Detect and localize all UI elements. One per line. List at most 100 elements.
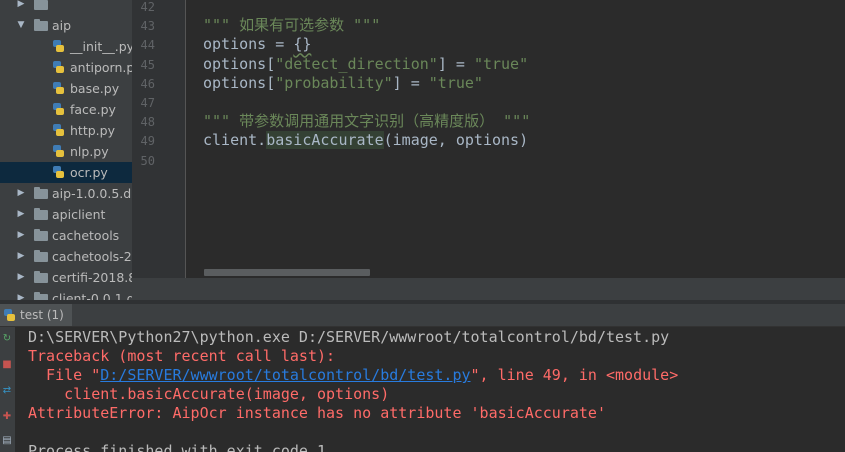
folder-icon bbox=[34, 250, 48, 262]
rerun-icon[interactable]: ↻ bbox=[2, 333, 12, 345]
console-text: Traceback (most recent call last): bbox=[28, 347, 336, 365]
run-tab[interactable]: test (1) bbox=[0, 304, 72, 326]
python-file-icon bbox=[53, 40, 64, 52]
line-number: 48 bbox=[140, 115, 155, 130]
line-number: 43 bbox=[140, 19, 155, 34]
tree-item-label: base.py bbox=[70, 81, 120, 96]
line-number: 50 bbox=[140, 153, 155, 168]
stop-icon[interactable]: ■ bbox=[2, 359, 12, 371]
expand-arrow-icon[interactable]: ▼ bbox=[16, 15, 26, 36]
console-line: Process finished with exit code 1 bbox=[28, 442, 326, 452]
run-toolbar: ↻ ■ ⇄ ✚ ▤ bbox=[0, 327, 15, 452]
collapse-arrow-icon[interactable]: ▶ bbox=[16, 204, 26, 225]
line-number: 44 bbox=[140, 38, 155, 53]
editor-bottom-area bbox=[132, 278, 845, 300]
tree-file-item[interactable]: face.py bbox=[0, 99, 132, 120]
tree-folder-item[interactable]: ▶ cachetools-2.1 bbox=[0, 246, 132, 267]
tree-item-label: antiporn.py bbox=[70, 60, 132, 75]
folder-icon bbox=[34, 19, 48, 31]
tree-item-label: face.py bbox=[70, 102, 116, 117]
tree-folder-item[interactable]: ▼ aip bbox=[0, 15, 132, 36]
line-number: 49 bbox=[140, 134, 155, 149]
tree-file-item[interactable]: base.py bbox=[0, 78, 132, 99]
code-token: {} bbox=[293, 35, 312, 54]
console-text: client.basicAccurate(image, options) bbox=[28, 385, 390, 403]
console-text: AttributeError: AipOcr instance has no a… bbox=[28, 404, 606, 422]
console-line: File "D:/SERVER/wwwroot/totalcontrol/bd/… bbox=[28, 366, 678, 385]
python-file-icon bbox=[53, 124, 64, 136]
code-token: basicAccurate bbox=[266, 131, 384, 150]
code-token: """ 如果有可选参数 """ bbox=[203, 16, 381, 35]
code-line: """ 如果有可选参数 """ bbox=[203, 16, 380, 35]
line-number: 47 bbox=[140, 96, 155, 110]
code-token: client. bbox=[203, 131, 267, 150]
line-number-gutter: 42 43 44 45 46 47 48 49 50 bbox=[135, 0, 185, 278]
tree-folder-item[interactable]: ▶ aip-1.0.0.5.dis bbox=[0, 183, 132, 204]
console-output[interactable]: D:\SERVER\Python27\python.exe D:/SERVER/… bbox=[15, 327, 845, 452]
code-line: options = {} bbox=[203, 35, 311, 54]
line-number: 45 bbox=[140, 57, 155, 72]
folder-icon bbox=[34, 271, 48, 283]
code-token: ] = bbox=[392, 73, 429, 92]
line-number: 42 bbox=[140, 0, 155, 14]
console-line: D:\SERVER\Python27\python.exe D:/SERVER/… bbox=[28, 328, 669, 347]
code-editor[interactable]: """ 如果有可选参数 """ options = {} options["dete… bbox=[186, 0, 845, 278]
tree-item-label: ocr.py bbox=[70, 165, 108, 180]
code-token: options[ bbox=[203, 54, 276, 73]
tree-folder-item[interactable]: ▶ client-0.0.1.dis bbox=[0, 288, 132, 300]
tree-item-label: aip bbox=[52, 18, 72, 33]
folder-icon bbox=[34, 187, 48, 199]
tree-folder-item[interactable]: ▶ apiclient bbox=[0, 204, 132, 225]
code-token: ] = bbox=[437, 54, 474, 73]
restore-layout-icon[interactable]: ⇄ bbox=[2, 385, 12, 397]
tree-file-item[interactable]: __init__.py bbox=[0, 36, 132, 57]
horizontal-scrollbar[interactable] bbox=[204, 269, 370, 276]
code-line: options["probability"] = "true" bbox=[203, 74, 483, 93]
tree-file-item[interactable]: http.py bbox=[0, 120, 132, 141]
folder-icon bbox=[34, 229, 48, 241]
tree-file-item[interactable]: antiporn.py bbox=[0, 57, 132, 78]
tree-item-label: nlp.py bbox=[70, 144, 109, 159]
tree-folder-item[interactable]: ▶ cachetools bbox=[0, 225, 132, 246]
line-number: 46 bbox=[140, 76, 155, 91]
python-file-icon bbox=[53, 145, 64, 157]
console-text: File " bbox=[28, 366, 101, 384]
code-line: client.basicAccurate(image, options) bbox=[203, 131, 528, 150]
console-line: client.basicAccurate(image, options) bbox=[28, 385, 389, 404]
tree-item-label: client-0.0.1.dis bbox=[52, 291, 132, 300]
tree-file-item[interactable]: ocr.py bbox=[0, 162, 132, 183]
collapse-arrow-icon[interactable]: ▶ bbox=[16, 288, 26, 300]
code-token: "probability" bbox=[275, 73, 393, 92]
console-text: Process finished with exit code 1 bbox=[28, 442, 327, 452]
pin-icon[interactable]: ✚ bbox=[2, 411, 12, 423]
collapse-arrow-icon[interactable]: ▶ bbox=[16, 267, 26, 288]
tree-item-label: apiclient bbox=[52, 207, 106, 222]
run-panel-header: test (1) bbox=[0, 304, 845, 327]
folder-icon bbox=[34, 208, 48, 220]
tree-folder-item[interactable]: ▶ certifi-2018.8.2 bbox=[0, 267, 132, 288]
print-icon[interactable]: ▤ bbox=[2, 435, 12, 447]
code-token: (image, options) bbox=[383, 131, 529, 150]
code-line: options["detect_direction"] = "true" bbox=[203, 55, 528, 74]
collapse-arrow-icon[interactable]: ▶ bbox=[16, 0, 26, 15]
python-file-icon bbox=[53, 61, 64, 73]
tree-item-label: cachetools bbox=[52, 228, 120, 243]
code-token: "true" bbox=[473, 54, 529, 73]
code-line: """ 带参数调用通用文字识别（高精度版） """ bbox=[203, 112, 530, 131]
python-file-icon bbox=[53, 82, 64, 94]
collapse-arrow-icon[interactable]: ▶ bbox=[16, 246, 26, 267]
console-line: Traceback (most recent call last): bbox=[28, 347, 335, 366]
traceback-file-link[interactable]: D:/SERVER/wwwroot/totalcontrol/bd/test.p… bbox=[100, 366, 470, 384]
code-token: "detect_direction" bbox=[275, 54, 438, 73]
python-file-icon bbox=[53, 166, 64, 178]
tree-item-label: aip-1.0.0.5.dis bbox=[52, 186, 132, 201]
collapse-arrow-icon[interactable]: ▶ bbox=[16, 225, 26, 246]
tree-file-item[interactable]: nlp.py bbox=[0, 141, 132, 162]
code-token: options = bbox=[203, 35, 294, 54]
console-line: AttributeError: AipOcr instance has no a… bbox=[28, 404, 606, 423]
code-token: options[ bbox=[203, 73, 276, 92]
console-text: ", line 49, in <module> bbox=[470, 366, 679, 384]
collapse-arrow-icon[interactable]: ▶ bbox=[16, 183, 26, 204]
tree-folder-item[interactable]: ▶ bbox=[0, 0, 132, 15]
console-text: D:\SERVER\Python27\python.exe D:/SERVER/… bbox=[28, 328, 670, 346]
